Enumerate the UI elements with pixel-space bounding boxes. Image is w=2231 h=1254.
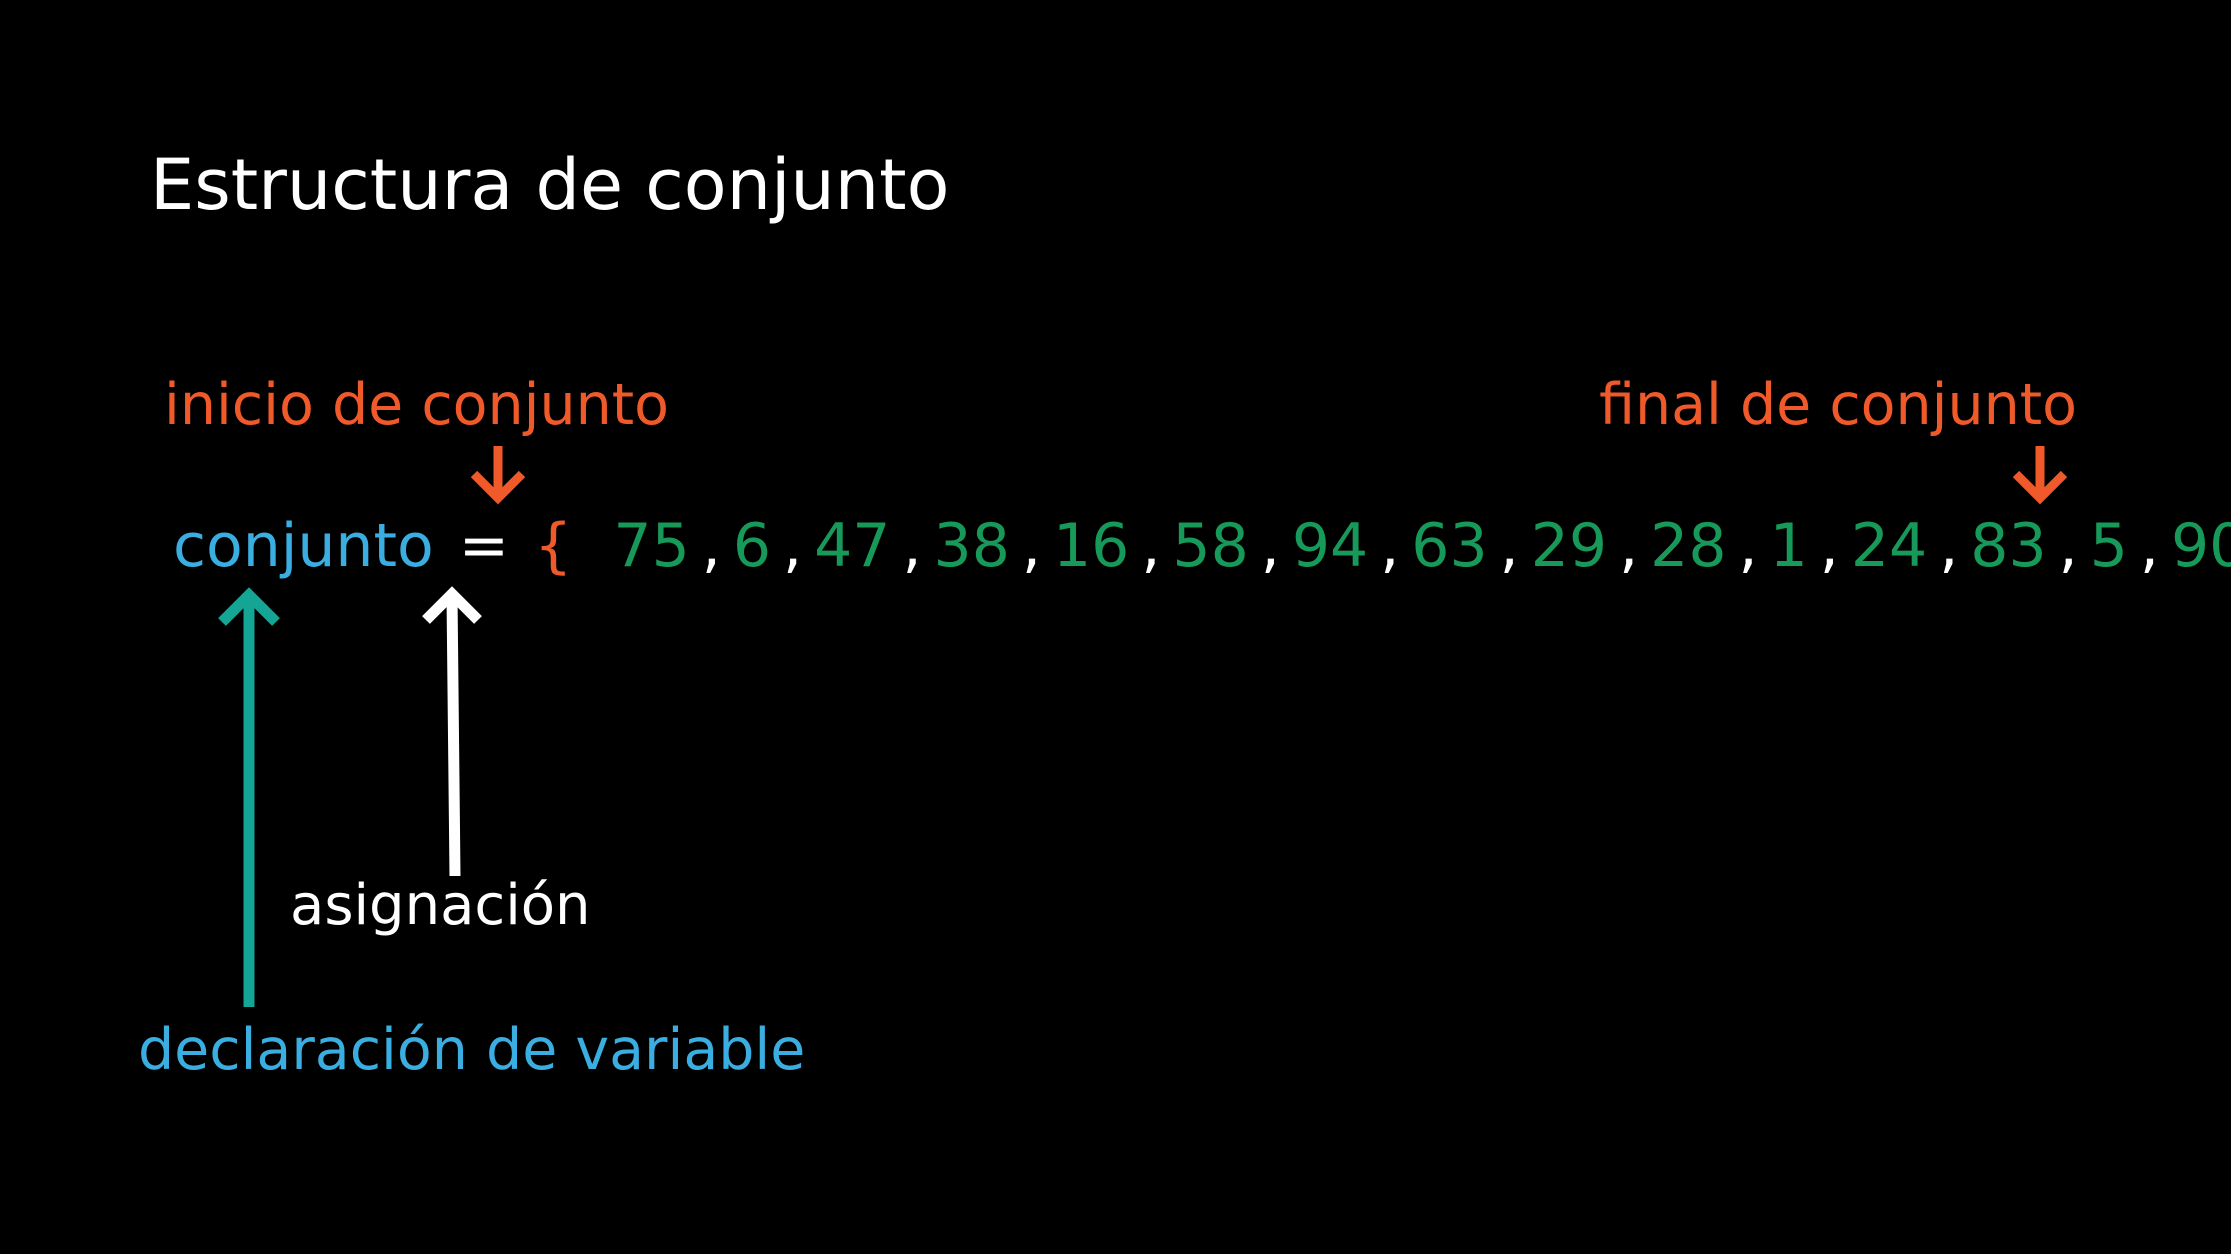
arrow-down-icon <box>2012 446 2068 505</box>
arrow-up-icon <box>218 587 280 1007</box>
arrow-down-icon <box>470 446 526 505</box>
arrow-up-icon <box>422 586 482 877</box>
arrows-overlay <box>218 446 2068 1007</box>
